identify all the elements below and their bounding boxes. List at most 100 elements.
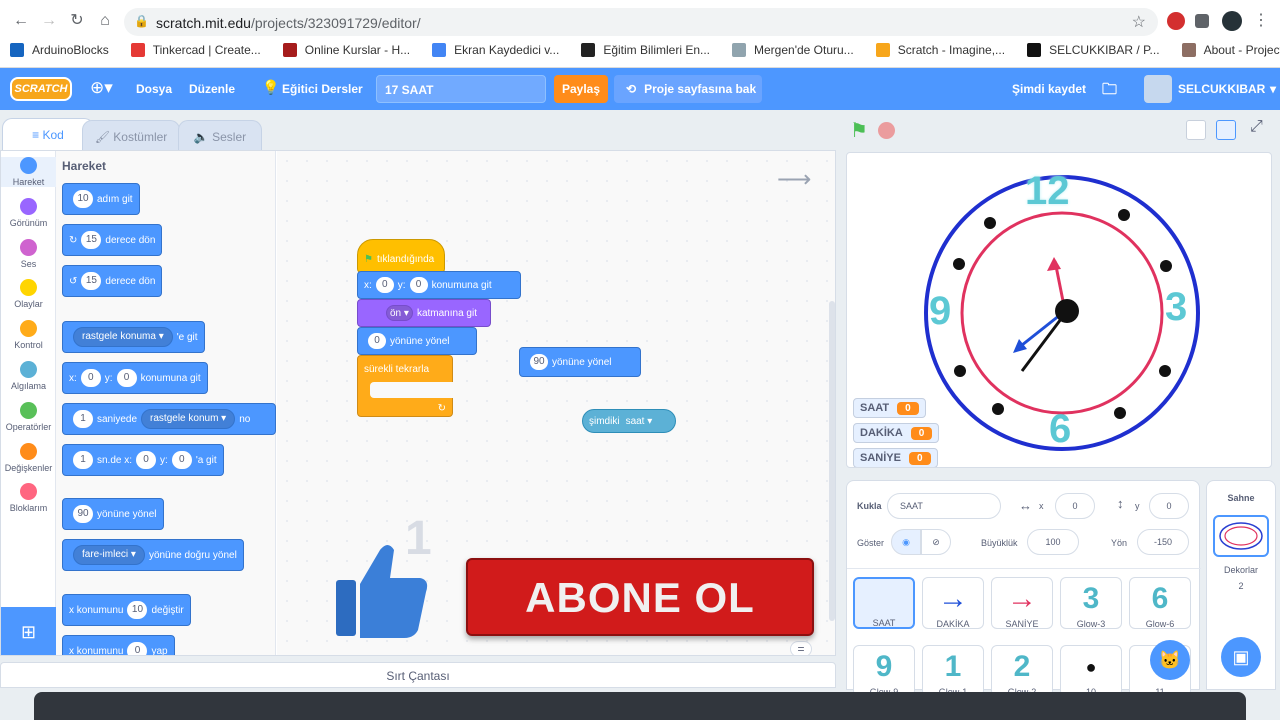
sprite-thumb[interactable]: → DAKİKA: [922, 577, 984, 629]
zoom-reset-button[interactable]: =: [790, 641, 812, 655]
tutorials-menu[interactable]: Eğitici Dersler: [282, 82, 363, 96]
address-bar[interactable]: 🔒 scratch.mit.edu/projects/323091729/edi…: [124, 8, 1158, 36]
bookmark-star-icon[interactable]: ☆: [1132, 12, 1146, 32]
back-icon[interactable]: ←: [10, 10, 32, 32]
save-now-button[interactable]: Şimdi kaydet: [1012, 82, 1086, 96]
tab-costumes[interactable]: 🖌 Kostümler: [82, 120, 180, 152]
scratch-logo[interactable]: SCRATCH: [10, 77, 72, 101]
turn-left-block[interactable]: ↺ 15 derece dön: [62, 265, 163, 297]
backpack[interactable]: Sırt Çantası: [0, 662, 836, 688]
home-icon[interactable]: ⌂: [94, 10, 116, 32]
glide-xy-block[interactable]: 1 sn.de x: 0 y: 0'a git: [62, 444, 224, 476]
workspace-scrollbar[interactable]: [829, 301, 835, 621]
category-3[interactable]: Ses: [1, 238, 56, 269]
extension-icon[interactable]: [1167, 12, 1185, 30]
block-input[interactable]: 1: [73, 410, 93, 428]
move-steps-block[interactable]: 10 adım git: [62, 183, 140, 215]
normal-stage-icon[interactable]: [1216, 120, 1236, 140]
when-flag-clicked-block[interactable]: ⚑ tıklandığında: [357, 239, 445, 273]
block-input[interactable]: 15: [81, 231, 102, 249]
category-2[interactable]: Görünüm: [1, 197, 56, 228]
reload-icon[interactable]: ↻: [66, 10, 88, 32]
sprite-thumb[interactable]: 3 Glow-3: [1060, 577, 1122, 629]
category-8[interactable]: Değişkenler: [1, 442, 56, 473]
bookmark-item[interactable]: Mergen'de Oturu...: [732, 43, 854, 57]
green-flag-icon[interactable]: ⚑: [850, 118, 868, 143]
block-input[interactable]: 90: [73, 505, 93, 523]
share-button[interactable]: Paylaş: [554, 75, 608, 103]
direction-input[interactable]: -150: [1137, 529, 1189, 555]
category-5[interactable]: Kontrol: [1, 320, 56, 350]
block-input[interactable]: 0: [136, 451, 157, 469]
bookmark-item[interactable]: Eğitim Bilimleri En...: [581, 43, 710, 57]
bookmark-item[interactable]: ArduinoBlocks: [10, 43, 109, 57]
file-menu[interactable]: Dosya: [136, 82, 172, 96]
project-page-button[interactable]: ⟲ Proje sayfasına bak: [614, 75, 762, 103]
block-input[interactable]: 15: [81, 272, 102, 290]
block-dropdown[interactable]: rastgele konuma ▾: [73, 327, 173, 347]
sprite-thumb[interactable]: 1Glow-1: [922, 645, 984, 697]
bookmark-item[interactable]: Ekran Kaydedici v...: [432, 43, 559, 57]
project-title-input[interactable]: 17 SAAT: [376, 75, 546, 103]
block-input[interactable]: 0: [127, 642, 148, 655]
sprite-thumb[interactable]: SAAT: [853, 577, 915, 629]
folder-icon[interactable]: 🗀: [1102, 79, 1117, 104]
add-backdrop-button[interactable]: ▣: [1221, 637, 1261, 677]
block-dropdown[interactable]: rastgele konum ▾: [141, 409, 236, 429]
sprite-thumb[interactable]: 6 Glow-6: [1129, 577, 1191, 629]
small-stage-icon[interactable]: [1186, 120, 1206, 140]
add-extension-button[interactable]: ⊞: [1, 607, 56, 655]
block-input[interactable]: 90: [530, 354, 548, 370]
block-input[interactable]: 0: [368, 333, 386, 349]
y-input[interactable]: 0: [1149, 493, 1189, 519]
forward-icon[interactable]: →: [38, 10, 60, 32]
category-9[interactable]: Bloklarım: [1, 483, 56, 513]
globe-icon[interactable]: ⊕▾: [90, 78, 113, 98]
puzzle-icon[interactable]: [1195, 14, 1209, 28]
go-to-random-block[interactable]: rastgele konuma ▾'e git: [62, 321, 205, 353]
tab-code[interactable]: ≡ Kod: [2, 118, 94, 152]
go-to-xy-block[interactable]: x: 0 y: 0 konumuna git: [357, 271, 521, 299]
bookmark-item[interactable]: About - Project Eu...: [1181, 43, 1280, 57]
glide-random-block[interactable]: 1 saniyede rastgele konum ▾ no: [62, 403, 276, 435]
block-input[interactable]: 0: [375, 277, 394, 293]
point-direction-block[interactable]: 0 yönüne yönel: [357, 327, 477, 355]
backdrop-thumbnail[interactable]: [1213, 515, 1269, 557]
point-towards-block[interactable]: fare-imleci ▾ yönüne doğru yönel: [62, 539, 244, 571]
block-input[interactable]: 0: [80, 369, 101, 387]
browser-menu-icon[interactable]: ⋮: [1250, 10, 1272, 32]
sprite-thumb[interactable]: 2Glow-2: [991, 645, 1053, 697]
go-to-xy-block[interactable]: x: 0 y: 0 konumuna git: [62, 362, 208, 394]
profile-avatar[interactable]: [1222, 11, 1242, 31]
sprite-name-input[interactable]: SAAT: [887, 493, 1001, 519]
bookmark-item[interactable]: Tinkercad | Create...: [130, 43, 261, 57]
fullscreen-icon[interactable]: ⤢: [1250, 118, 1263, 136]
go-to-layer-block[interactable]: ön ▾ katmanına git: [357, 299, 491, 327]
block-dropdown[interactable]: ön ▾: [386, 305, 413, 321]
sprite-thumb[interactable]: → SANİYE: [991, 577, 1053, 629]
category-7[interactable]: Operatörler: [1, 401, 56, 432]
block-dropdown[interactable]: saat ▾: [626, 416, 653, 427]
block-input[interactable]: 0: [409, 277, 428, 293]
block-input[interactable]: 0: [171, 451, 192, 469]
block-dropdown[interactable]: fare-imleci ▾: [73, 545, 145, 565]
subscribe-button[interactable]: ABONE OL: [466, 558, 814, 636]
loose-point-direction-block[interactable]: 90 yönüne yönel: [519, 347, 641, 377]
tab-sounds[interactable]: 🔈 Sesler: [178, 120, 262, 152]
change-x-block[interactable]: x konumunu 10 değiştir: [62, 594, 191, 626]
category-1[interactable]: Hareket: [1, 157, 56, 187]
sprite-thumb[interactable]: 9Glow-9: [853, 645, 915, 697]
block-input[interactable]: 10: [127, 601, 148, 619]
stop-icon[interactable]: [878, 122, 895, 139]
turn-right-block[interactable]: ↻ 15 derece dön: [62, 224, 163, 256]
show-eye-icon[interactable]: ◉: [891, 529, 921, 555]
x-input[interactable]: 0: [1055, 493, 1095, 519]
edit-menu[interactable]: Düzenle: [189, 82, 235, 96]
block-input[interactable]: 10: [73, 190, 93, 208]
point-direction-block[interactable]: 90 yönüne yönel: [62, 498, 164, 530]
category-6[interactable]: Algılama: [1, 361, 56, 391]
size-input[interactable]: 100: [1027, 529, 1079, 555]
hide-eye-icon[interactable]: ⊘: [921, 529, 951, 555]
bookmark-item[interactable]: SELCUKKIBAR / P...: [1027, 43, 1160, 57]
stage[interactable]: 12 3 6 9 SAAT 0 DAKİKA 0 SANİYE 0: [846, 152, 1272, 468]
